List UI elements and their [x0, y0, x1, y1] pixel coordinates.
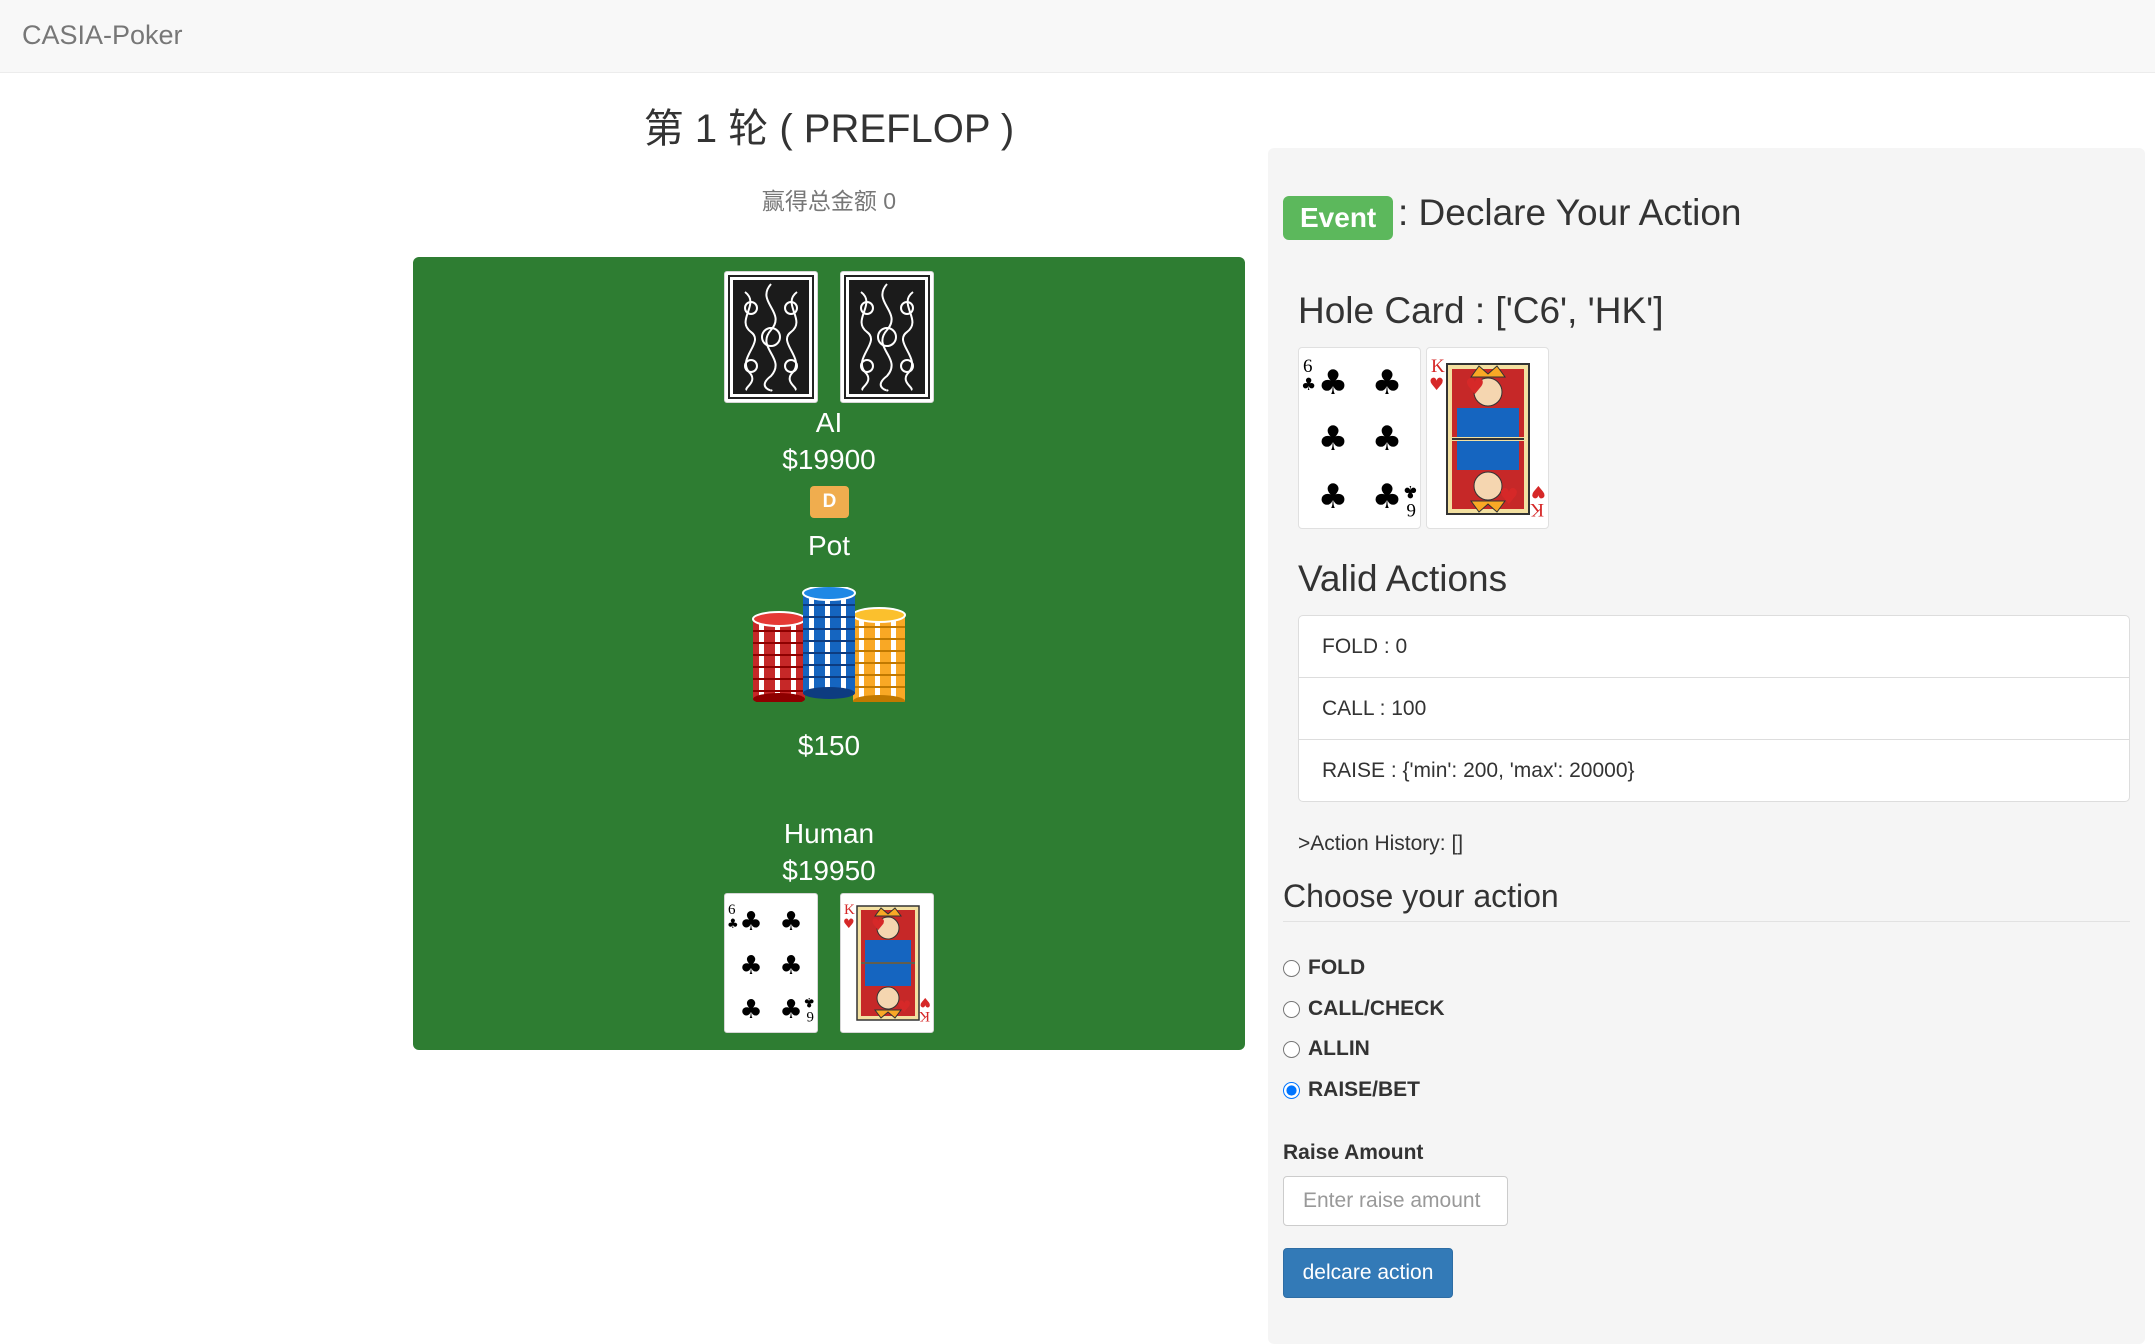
allin-radio-label: ALLIN: [1308, 1037, 1370, 1060]
svg-text:6: 6: [728, 902, 736, 918]
call-check-radio[interactable]: [1283, 1000, 1300, 1018]
declare-action-button[interactable]: delcare action: [1283, 1248, 1453, 1298]
svg-text:♣: ♣: [1301, 375, 1316, 395]
ai-card-back: [724, 271, 818, 403]
svg-text:6: 6: [1407, 499, 1417, 520]
round-title: 第 1 轮 ( PREFLOP ): [643, 107, 1015, 151]
event-text: : Declare Your Action: [1398, 192, 1742, 233]
raise-bet-radio-label: RAISE/BET: [1308, 1078, 1421, 1101]
svg-text:♣: ♣: [1318, 477, 1348, 517]
option-allin[interactable]: ALLIN: [1283, 1037, 1370, 1061]
brand-link[interactable]: CASIA-Poker: [22, 20, 183, 51]
human-card-k-hearts: K ♥ ♥ ♥ K ♥: [840, 893, 934, 1033]
option-raise-bet[interactable]: RAISE/BET: [1283, 1078, 1420, 1102]
svg-text:♣: ♣: [1318, 363, 1348, 403]
option-fold[interactable]: FOLD: [1283, 956, 1365, 980]
human-name: Human: [783, 818, 875, 849]
human-stack: $19950: [782, 855, 876, 886]
svg-text:♥: ♥: [871, 915, 885, 934]
human-card-6-clubs: 6 ♣ ♣ ♣ ♣ ♣ ♣ ♣ 6 ♣: [724, 893, 818, 1033]
poker-table: AI $19900 D Pot $150 Human $19950 6 ♣ ♣ …: [413, 257, 1245, 1050]
option-call-check[interactable]: CALL/CHECK: [1283, 997, 1445, 1021]
fold-radio-label: FOLD: [1308, 956, 1366, 979]
pot-amount: $150: [797, 730, 861, 761]
total-winnings: 赢得总金额 0: [761, 188, 897, 214]
svg-text:♥: ♥: [1531, 481, 1546, 501]
svg-text:K: K: [1431, 356, 1445, 377]
valid-actions-list: FOLD : 0 CALL : 100 RAISE : {'min': 200,…: [1298, 615, 2130, 802]
call-check-radio-label: CALL/CHECK: [1308, 997, 1445, 1020]
svg-text:♥: ♥: [843, 917, 855, 932]
svg-text:♣: ♣: [1372, 419, 1402, 459]
ai-name: AI: [815, 407, 843, 438]
ai-card-back: [840, 271, 934, 403]
svg-text:♣: ♣: [727, 917, 739, 932]
svg-text:♣: ♣: [1403, 481, 1418, 501]
svg-text:♥: ♥: [1429, 375, 1444, 395]
svg-text:♣: ♣: [803, 994, 815, 1009]
hole-card-title: Hole Card : ['C6', 'HK']: [1298, 290, 1664, 331]
valid-action-raise: RAISE : {'min': 200, 'max': 20000}: [1322, 759, 1635, 782]
svg-text:6: 6: [1303, 356, 1313, 377]
svg-text:♣: ♣: [1372, 363, 1402, 403]
svg-text:♣: ♣: [739, 907, 762, 937]
svg-text:♥: ♥: [1465, 375, 1485, 400]
svg-text:♣: ♣: [779, 995, 802, 1025]
raise-bet-radio[interactable]: [1283, 1081, 1300, 1099]
action-panel: Event : Declare Your Action Hole Card : …: [1268, 148, 2145, 1344]
svg-text:K: K: [1530, 499, 1544, 520]
pot-label: Pot: [807, 530, 851, 561]
choose-action-title: Choose your action: [1283, 878, 1559, 914]
valid-actions-title: Valid Actions: [1298, 558, 1508, 599]
svg-text:♣: ♣: [1372, 477, 1402, 517]
raise-amount-label: Raise Amount: [1283, 1141, 1424, 1164]
allin-radio[interactable]: [1283, 1040, 1300, 1058]
svg-text:♣: ♣: [779, 951, 802, 981]
valid-action-call: CALL : 100: [1299, 678, 2129, 740]
action-history: >Action History: []: [1298, 832, 1464, 855]
event-badge: Event: [1283, 196, 1394, 240]
svg-text:♥: ♥: [897, 997, 911, 1016]
navbar: CASIA-Poker: [0, 0, 2155, 73]
svg-text:6: 6: [806, 1008, 814, 1024]
svg-text:♣: ♣: [1318, 419, 1348, 459]
svg-text:♥: ♥: [1499, 485, 1519, 510]
svg-text:♣: ♣: [739, 951, 762, 981]
dealer-badge: D: [810, 486, 849, 518]
svg-text:K: K: [919, 1008, 930, 1024]
divider: [1283, 921, 2130, 922]
fold-radio[interactable]: [1283, 959, 1300, 977]
pot-chips-icon: [749, 585, 909, 707]
ai-stack: $19900: [782, 444, 876, 475]
raise-amount-input[interactable]: [1283, 1176, 1508, 1226]
hole-card-6-clubs: 6 ♣ ♣ ♣ ♣ ♣ ♣ ♣ 6 ♣: [1298, 347, 1421, 529]
svg-text:♣: ♣: [779, 907, 802, 937]
svg-text:K: K: [844, 902, 855, 918]
svg-text:♥: ♥: [919, 994, 931, 1009]
svg-text:♣: ♣: [739, 995, 762, 1025]
valid-action-fold: FOLD : 0: [1299, 616, 2129, 678]
hole-card-k-hearts: K ♥ ♥ ♥ K ♥: [1426, 347, 1549, 529]
